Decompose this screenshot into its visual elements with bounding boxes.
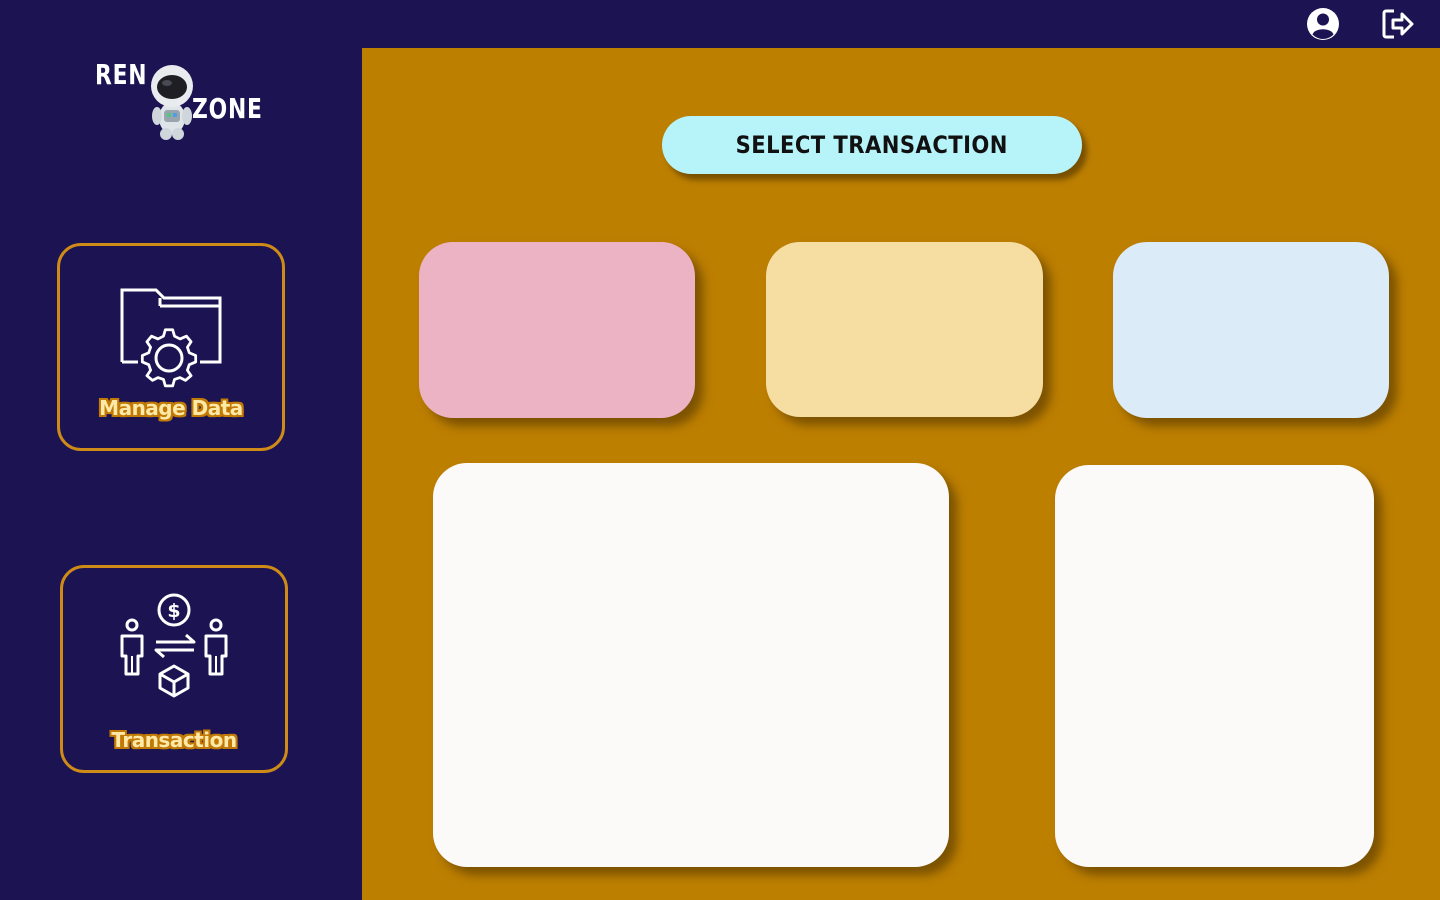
svg-text:$: $ (167, 600, 180, 622)
sign-out-icon[interactable] (1380, 6, 1416, 42)
top-bar (0, 0, 1440, 48)
card-yellow[interactable] (766, 242, 1043, 417)
main-content: SELECT TRANSACTION (362, 48, 1440, 900)
card-pink[interactable] (419, 242, 695, 418)
sidebar-item-label: Transaction (111, 728, 237, 752)
logo-word-zone: ZONE (192, 92, 263, 125)
select-transaction-label: SELECT TRANSACTION (735, 131, 1009, 159)
logo-word-ren: REN (95, 58, 148, 91)
content-panel-large (433, 463, 949, 867)
select-transaction-button[interactable]: SELECT TRANSACTION (662, 116, 1082, 174)
app-logo: REN ZONE (95, 58, 263, 143)
content-panel-side (1055, 465, 1374, 867)
sidebar-item-label: Manage Data (99, 396, 243, 420)
sidebar-item-manage-data[interactable]: Manage Data (57, 243, 285, 451)
sidebar: REN ZONE Manage Data $ Transaction (0, 48, 362, 900)
user-circle-icon[interactable] (1305, 6, 1341, 42)
app-window: REN ZONE Manage Data $ Transaction SELEC… (0, 0, 1440, 900)
card-blue[interactable] (1113, 242, 1389, 418)
folder-gear-icon (120, 288, 222, 388)
astronaut-icon (151, 65, 193, 140)
sidebar-item-transaction[interactable]: $ Transaction (60, 565, 288, 773)
exchange-icon: $ (120, 593, 228, 698)
